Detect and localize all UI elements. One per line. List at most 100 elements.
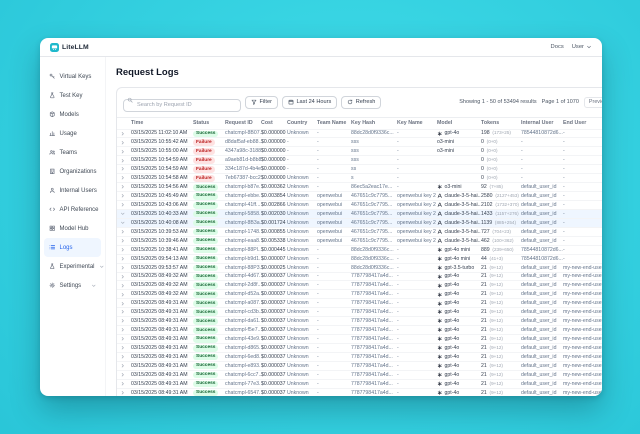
row-expander-icon[interactable] xyxy=(117,247,131,253)
sidebar-item-logs[interactable]: Logs xyxy=(44,238,101,257)
brand[interactable]: LiteLLM xyxy=(50,43,89,52)
cell-key-hash: ss xyxy=(351,166,397,172)
row-expander-icon[interactable] xyxy=(117,202,131,208)
sidebar-item-model-hub[interactable]: Model Hub xyxy=(44,219,101,238)
results-summary: Showing 1 - 50 of 53494 results xyxy=(459,99,536,105)
table-row[interactable]: 03/15/2025 08:49:31 AM Success chatcmpl-… xyxy=(117,379,602,388)
table-row[interactable]: 03/15/2025 10:45:49 AM Success chatcmpl-… xyxy=(117,191,602,200)
table-row[interactable]: 03/15/2025 08:49:31 AM Success chatcmpl-… xyxy=(117,343,602,352)
cell-request-id: chatcmpl-41ff... xyxy=(225,202,261,208)
row-expander-icon[interactable] xyxy=(117,354,131,360)
row-expander-icon[interactable] xyxy=(117,283,131,289)
table-row[interactable]: 03/15/2025 10:54:59 AM Failure 334c187d-… xyxy=(117,164,602,173)
sidebar-item-test-key[interactable]: Test Key xyxy=(44,86,101,105)
table-row[interactable]: 03/15/2025 08:49:31 AM Success chatcmpl-… xyxy=(117,370,602,379)
table-row[interactable]: 03/15/2025 10:39:46 AM Success chatcmpl-… xyxy=(117,236,602,245)
row-expander-icon[interactable] xyxy=(117,238,131,244)
sidebar-item-usage[interactable]: Usage xyxy=(44,124,101,143)
table-row[interactable]: 03/15/2025 09:54:13 AM Success chatcmpl-… xyxy=(117,254,602,263)
table-row[interactable]: 03/15/2025 10:54:56 AM Success chatcmpl-… xyxy=(117,182,602,191)
table-row[interactable]: 03/15/2025 10:54:58 AM Failure 7eb67387-… xyxy=(117,173,602,182)
table-row[interactable]: 03/15/2025 10:40:33 AM Success chatcmpl-… xyxy=(117,209,602,218)
row-expander-icon[interactable] xyxy=(117,390,131,396)
status-badge: Failure xyxy=(193,148,215,155)
sidebar-item-organizations[interactable]: Organizations xyxy=(44,162,101,181)
row-expander-icon[interactable] xyxy=(117,211,131,217)
sidebar-item-internal-users[interactable]: Internal Users xyxy=(44,181,101,200)
table-row[interactable]: 03/15/2025 08:49:31 AM Success chatcmpl-… xyxy=(117,316,602,325)
row-expander-icon[interactable] xyxy=(117,229,131,235)
table-row[interactable]: 03/15/2025 10:38:41 AM Success chatcmpl-… xyxy=(117,245,602,254)
table-row[interactable]: 03/15/2025 11:02:10 AM Success chatcmpl-… xyxy=(117,129,602,138)
row-expander-icon[interactable] xyxy=(117,292,131,298)
table-row[interactable]: 03/15/2025 08:49:31 AM Success chatcmpl-… xyxy=(117,334,602,343)
row-expander-icon[interactable] xyxy=(117,175,131,181)
search-input[interactable] xyxy=(123,99,241,112)
sidebar-item-teams[interactable]: Teams xyxy=(44,143,101,162)
row-expander-icon[interactable] xyxy=(117,131,131,137)
time-range-button[interactable]: Last 24 Hours xyxy=(282,96,337,109)
row-expander-icon[interactable] xyxy=(117,274,131,280)
row-expander-icon[interactable] xyxy=(117,336,131,342)
table-row[interactable]: 03/15/2025 08:49:32 AM Success chatcmpl-… xyxy=(117,289,602,298)
row-expander-icon[interactable] xyxy=(117,256,131,262)
openai-icon xyxy=(437,283,443,289)
row-expander-icon[interactable] xyxy=(117,309,131,315)
row-expander-icon[interactable] xyxy=(117,381,131,387)
refresh-button[interactable]: Refresh xyxy=(341,96,381,109)
row-expander-icon[interactable] xyxy=(117,149,131,155)
sidebar-item-models[interactable]: Models xyxy=(44,105,101,124)
cell-country: Unknown xyxy=(287,175,317,181)
table-row[interactable]: 03/15/2025 10:55:00 AM Failure 4347a98c-… xyxy=(117,146,602,155)
cell-cost: $0.000000 xyxy=(261,148,287,154)
table-row[interactable]: 03/15/2025 08:49:31 AM Success chatcmpl-… xyxy=(117,298,602,307)
app-window: LiteLLM Docs User Virtual Keys Test Key … xyxy=(40,38,602,396)
sidebar-item-experimental[interactable]: Experimental xyxy=(44,257,101,276)
row-expander-icon[interactable] xyxy=(117,265,131,271)
row-expander-icon[interactable] xyxy=(117,193,131,199)
row-expander-icon[interactable] xyxy=(117,318,131,324)
anthropic-icon xyxy=(437,211,443,217)
table-row[interactable]: 03/15/2025 08:49:31 AM Success chatcmpl-… xyxy=(117,352,602,361)
toolbar: Filter Last 24 Hours Refresh Showing 1 -… xyxy=(117,88,602,118)
cell-team: - xyxy=(317,273,351,279)
sidebar-item-settings[interactable]: Settings xyxy=(44,276,101,295)
row-expander-icon[interactable] xyxy=(117,327,131,333)
table-row[interactable]: 03/15/2025 08:49:31 AM Success chatcmpl-… xyxy=(117,307,602,316)
cell-cost: $0.000037 xyxy=(261,318,287,324)
row-expander-icon[interactable] xyxy=(117,140,131,146)
column-header-team-name: Team Name xyxy=(317,120,351,126)
table-row[interactable]: 03/15/2025 10:43:06 AM Success chatcmpl-… xyxy=(117,200,602,209)
row-expander-icon[interactable] xyxy=(117,301,131,307)
table-row[interactable]: 03/15/2025 10:54:59 AM Failure a9aeb81d-… xyxy=(117,155,602,164)
sidebar-item-virtual-keys[interactable]: Virtual Keys xyxy=(44,67,101,86)
table-row[interactable]: 03/15/2025 08:49:31 AM Success chatcmpl-… xyxy=(117,361,602,370)
row-expander-icon[interactable] xyxy=(117,184,131,190)
row-expander-icon[interactable] xyxy=(117,363,131,369)
table-row[interactable]: 03/15/2025 10:39:53 AM Success chatcmpl-… xyxy=(117,227,602,236)
row-expander-icon[interactable] xyxy=(117,158,131,164)
row-expander-icon[interactable] xyxy=(117,372,131,378)
table-row[interactable]: 03/15/2025 08:49:32 AM Success chatcmpl-… xyxy=(117,272,602,281)
table-row[interactable]: 03/15/2025 08:49:31 AM Success chatcmpl-… xyxy=(117,325,602,334)
cell-internal-user: default_user_id xyxy=(521,354,563,360)
table-row[interactable]: 03/15/2025 09:53:57 AM Success chatcmpl-… xyxy=(117,263,602,272)
cell-team: - xyxy=(317,148,351,154)
user-menu[interactable]: User xyxy=(572,44,592,50)
cell-time: 03/15/2025 08:49:32 AM xyxy=(131,291,193,297)
table-row[interactable]: 03/15/2025 10:55:42 AM Failure d8daf5af-… xyxy=(117,137,602,146)
table-row[interactable]: 03/15/2025 10:40:08 AM Success chatcmpl-… xyxy=(117,218,602,227)
cell-cost: $0.000037 xyxy=(261,273,287,279)
cell-key-name: - xyxy=(397,184,437,190)
table-row[interactable]: 03/15/2025 08:49:32 AM Success chatcmpl-… xyxy=(117,280,602,289)
row-expander-icon[interactable] xyxy=(117,166,131,172)
sidebar-item-label: Usage xyxy=(60,131,77,137)
row-expander-icon[interactable] xyxy=(117,345,131,351)
table-row[interactable]: 03/15/2025 08:49:31 AM Success chatcmpl-… xyxy=(117,388,602,396)
filter-button[interactable]: Filter xyxy=(245,96,278,109)
docs-link[interactable]: Docs xyxy=(551,44,564,50)
cell-request-id: chatcmpl-b9d1... xyxy=(225,256,261,262)
row-expander-icon[interactable] xyxy=(117,220,131,226)
sidebar-item-api-reference[interactable]: API Reference xyxy=(44,200,101,219)
previous-button[interactable]: Previous xyxy=(584,97,602,108)
